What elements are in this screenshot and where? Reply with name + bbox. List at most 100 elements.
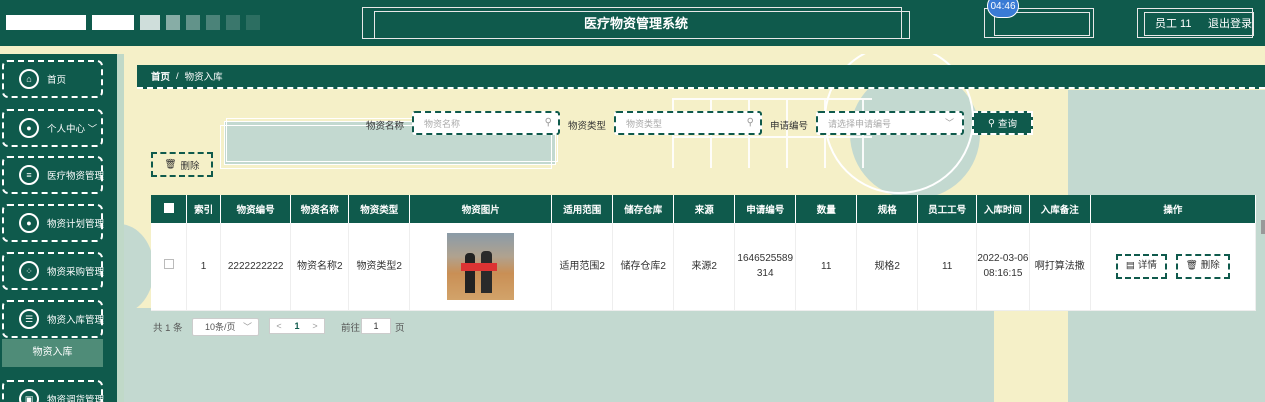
cell-photo [409,223,553,311]
sidebar-item-label: 物资入库管理 [47,315,105,326]
cell-remark: 啊打算法撒 [1029,223,1091,311]
document-icon: ▤ [1125,259,1135,271]
name-placeholder: 物资名称 [424,118,461,129]
app-title: 医疗物资管理系统 [583,16,688,31]
box-icon: ≡ [19,165,39,185]
search-button-label: 查询 [997,119,1017,130]
sidebar-item-label: 物资调货管理 [47,395,105,402]
column-header: 数量 [795,195,858,223]
breadcrumb-home[interactable]: 首页 [151,69,170,83]
sidebar-edge [117,54,124,402]
column-header: 物资图片 [409,195,553,223]
search-button[interactable]: ⚲ 查询 [972,111,1033,135]
cell-qty: 11 [795,223,858,311]
sidebar-item-plan[interactable]: ● 物资计划管理 [2,204,105,242]
scrollbar[interactable] [1261,220,1265,234]
batch-delete-label: 删除 [180,160,200,172]
supply-photo[interactable] [447,232,515,300]
sidebar: ⌂ 首页 ● 个人中心 ﹀ ≡ 医疗物资管理 ● 物资计划管理 ⁘ 物资采购管理… [0,54,117,402]
cell-apply-no: 1646525589314 [734,223,797,311]
cell-index: 1 [186,223,221,311]
pager: < 1 > [269,318,325,334]
sidebar-item-transfer[interactable]: ▣ 物资调货管理 [2,380,105,402]
page-unit-label: 页 [395,323,405,334]
column-header: 入库时间 [976,195,1030,223]
sidebar-item-label: 医疗物资管理 [47,171,105,182]
next-page-button[interactable]: > [312,321,317,331]
column-header: 员工工号 [917,195,978,223]
top-header: 医疗物资管理系统 04:46 员工 11 退出登录 [0,0,1265,46]
cell-spec: 规格2 [856,223,919,311]
cell-scope: 适用范围2 [551,223,614,311]
current-user: 员工 11 [1155,18,1192,30]
row-checkbox[interactable] [151,223,188,311]
prev-page-button[interactable]: < [276,321,281,331]
search-icon: ⚲ [988,117,995,129]
grid-icon: ⁘ [19,261,39,281]
column-header: 物资编号 [220,195,292,223]
sidebar-item-label: 首页 [47,75,67,86]
logout-link[interactable]: 退出登录 [1208,15,1252,31]
code-select[interactable]: 请选择申请编号 ﹀ [816,111,964,135]
batch-delete-button[interactable]: 🗑 删除 [151,152,213,177]
goto-page-input[interactable]: 1 [361,318,391,334]
type-placeholder: 物资类型 [626,118,663,129]
column-header: 物资类型 [348,195,411,223]
current-page[interactable]: 1 [294,321,299,331]
delete-label: 删除 [1200,259,1220,271]
select-all-checkbox[interactable] [151,195,188,223]
sidebar-item-label: 物资采购管理 [47,267,105,278]
column-header: 物资名称 [290,195,350,223]
search-icon: ⚲ [544,117,552,128]
sidebar-item-label: 物资计划管理 [47,219,105,230]
cell-code: 2222222222 [220,223,292,311]
sidebar-item-home[interactable]: ⌂ 首页 [2,60,103,98]
sidebar-item-label: 个人中心 ﹀ [47,124,98,135]
delete-button[interactable]: 🗑 删除 [1175,253,1230,279]
cell-name: 物资名称2 [290,223,350,311]
pin-icon: ● [19,213,39,233]
user-icon: ● [19,118,39,138]
code-placeholder: 请选择申请编号 [828,118,892,129]
column-header: 储存仓库 [612,195,675,223]
column-header: 申请编号 [734,195,797,223]
cell-type: 物资类型2 [348,223,411,311]
breadcrumb-current: 物资入库 [184,72,223,83]
sidebar-item-inbound[interactable]: ☰ 物资入库管理 [2,300,105,338]
type-search-input[interactable]: 物资类型 ⚲ [614,111,762,135]
cell-time: 2022-03-06 08:16:15 [976,223,1030,311]
column-header: 适用范围 [551,195,614,223]
table-header-row: 索引 物资编号 物资名称 物资类型 物资图片 适用范围 储存仓库 来源 申请编号… [151,195,1257,223]
trash-icon: 🗑 [164,159,177,170]
search-icon: ⚲ [746,117,754,128]
sidebar-item-purchase[interactable]: ⁘ 物资采购管理 [2,252,105,290]
bg-decor-half-circle [124,224,154,314]
cell-staff-no: 11 [917,223,978,311]
column-header: 规格 [856,195,919,223]
page-size-select[interactable]: 10条/页 ﹀ [192,318,259,336]
home-icon: ⌂ [19,69,39,89]
page-size-value: 10条/页 [205,322,236,332]
breadcrumb-separator: / [176,70,179,82]
pagination-total: 共 1 条 [153,323,183,334]
detail-button[interactable]: ▤ 详情 [1115,253,1167,279]
breadcrumb: 首页 / 物资入库 [137,65,1265,89]
code-label: 申请编号 [770,121,809,132]
cell-warehouse: 储存仓库2 [612,223,675,311]
trash-icon: 🗑 [1185,259,1198,271]
list-icon: ☰ [19,309,39,329]
inbound-table: 索引 物资编号 物资名称 物资类型 物资图片 适用范围 储存仓库 来源 申请编号… [151,195,1257,311]
goto-label: 前往 [341,323,361,334]
clock-badge: 04:46 [987,0,1019,18]
chevron-down-icon: ﹀ [242,322,252,332]
sidebar-item-profile[interactable]: ● 个人中心 ﹀ [2,109,103,147]
column-header: 入库备注 [1029,195,1091,223]
chevron-down-icon: ﹀ [944,118,954,128]
name-search-input[interactable]: 物资名称 ⚲ [412,111,560,135]
header-decor [6,15,260,30]
column-header: 来源 [673,195,736,223]
box-icon: ▣ [19,389,39,402]
sidebar-sub-item-inbound[interactable]: 物资入库 [2,339,103,367]
column-header: 操作 [1090,195,1257,223]
sidebar-item-supplies[interactable]: ≡ 医疗物资管理 [2,156,105,194]
